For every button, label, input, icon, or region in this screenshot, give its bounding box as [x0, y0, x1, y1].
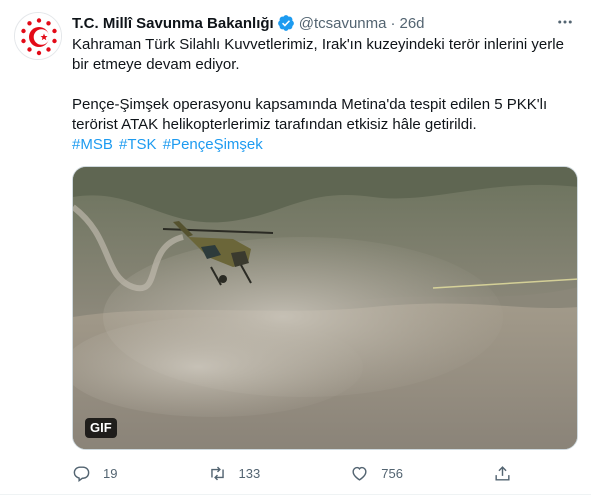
- hashtag-link-tsk[interactable]: #TSK: [119, 136, 157, 153]
- hashtag-list: #MSB #TSK #PençeŞimşek: [72, 135, 582, 155]
- like-button[interactable]: 756: [350, 460, 403, 486]
- timestamp[interactable]: 26d: [399, 15, 424, 32]
- hashtag-link-msb[interactable]: #MSB: [72, 136, 113, 153]
- helicopter-gif-image: [73, 167, 577, 449]
- hashtag-link-pence-simsek[interactable]: #PençeŞimşek: [163, 136, 263, 153]
- tweet-header: T.C. Millî Savunma Bakanlığı @tcsavunma …: [72, 12, 551, 34]
- retweet-count: 133: [238, 465, 261, 481]
- gif-media[interactable]: GIF: [72, 166, 578, 450]
- heart-icon: [352, 466, 367, 481]
- more-horizontal-icon: [558, 20, 572, 24]
- author-name[interactable]: T.C. Millî Savunma Bakanlığı: [72, 15, 274, 32]
- avatar[interactable]: [14, 12, 62, 60]
- reply-count: 19: [103, 465, 118, 481]
- tweet-actions: 19 133 756: [72, 460, 512, 486]
- tweet-paragraph-1: Kahraman Türk Silahlı Kuvvetlerimiz, Ira…: [72, 36, 564, 73]
- like-count: 756: [381, 465, 403, 481]
- verified-badge-icon: [277, 14, 295, 32]
- separator-dot: ·: [390, 14, 396, 32]
- retweet-icon: [210, 466, 224, 480]
- tweet-text: Kahraman Türk Silahlı Kuvvetlerimiz, Ira…: [72, 35, 582, 155]
- gif-badge: GIF: [85, 418, 117, 438]
- reply-icon: [73, 465, 90, 482]
- retweet-button[interactable]: 133: [208, 460, 261, 486]
- tweet[interactable]: T.C. Millî Savunma Bakanlığı @tcsavunma …: [0, 0, 591, 495]
- share-button[interactable]: [493, 460, 512, 486]
- tweet-paragraph-2: Pençe-Şimşek operasyonu kapsamında Metin…: [72, 96, 548, 133]
- share-icon: [495, 465, 510, 481]
- ministry-emblem-icon: [15, 13, 61, 59]
- author-handle[interactable]: @tcsavunma: [299, 15, 387, 32]
- more-options-button[interactable]: [553, 10, 577, 34]
- reply-button[interactable]: 19: [72, 460, 117, 486]
